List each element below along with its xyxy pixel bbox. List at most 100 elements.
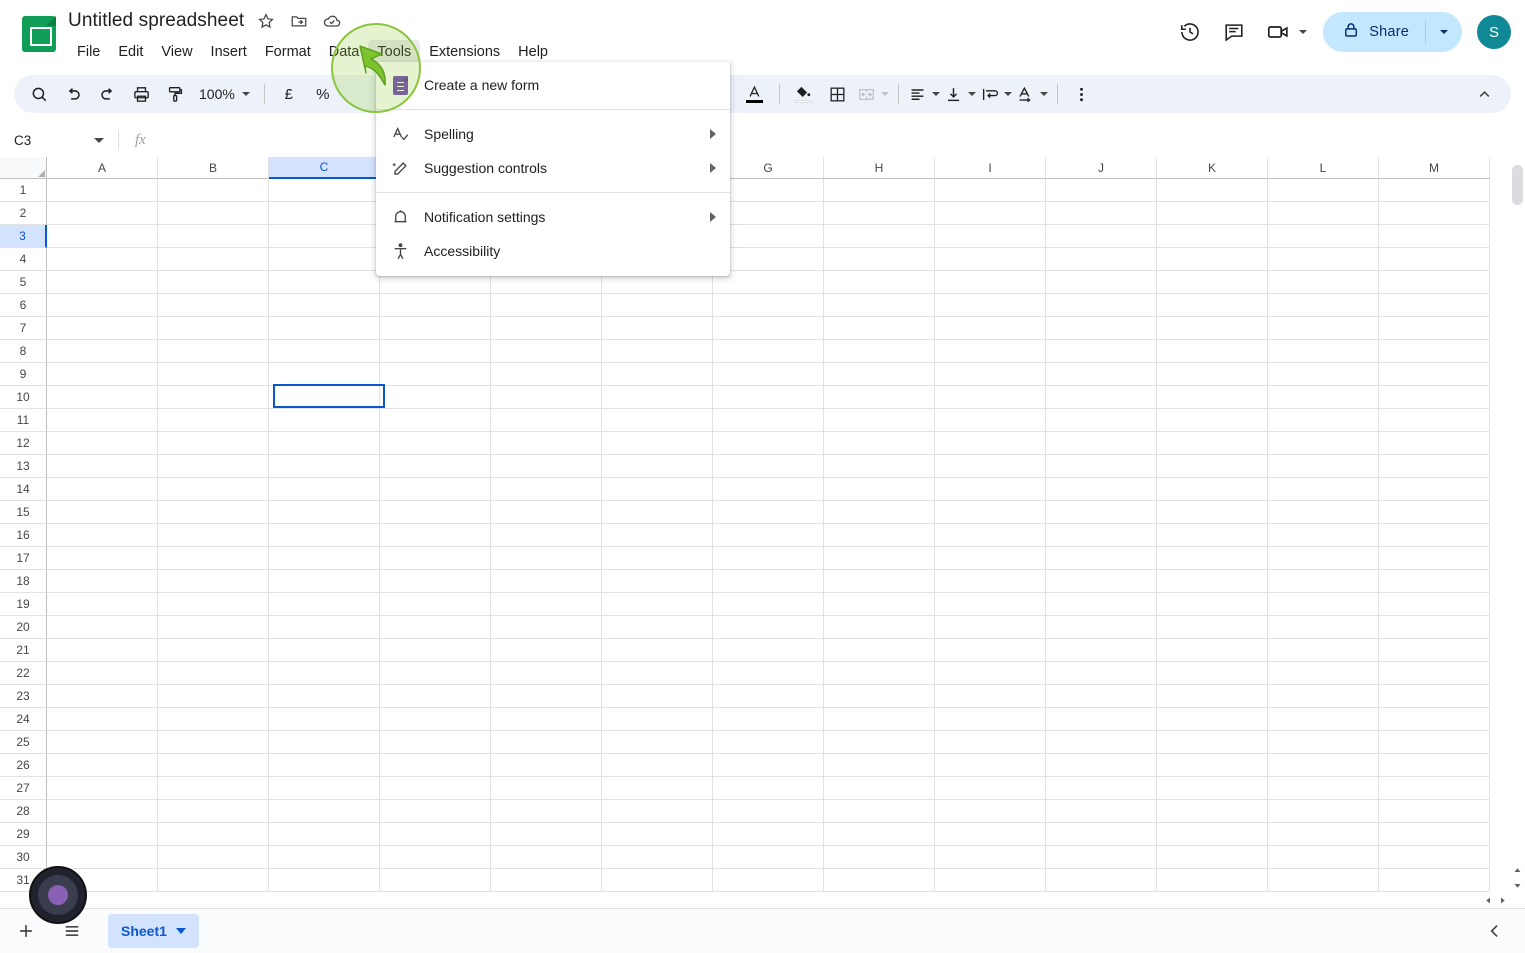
share-button[interactable]: Share	[1323, 12, 1462, 52]
cell-K9[interactable]	[1157, 363, 1268, 386]
cell-B7[interactable]	[158, 317, 269, 340]
cell-K2[interactable]	[1157, 202, 1268, 225]
cell-L20[interactable]	[1268, 616, 1379, 639]
cell-E20[interactable]	[491, 616, 602, 639]
cell-L15[interactable]	[1268, 501, 1379, 524]
cell-D19[interactable]	[380, 593, 491, 616]
cell-H26[interactable]	[824, 754, 935, 777]
cell-A4[interactable]	[47, 248, 158, 271]
fill-color-icon[interactable]	[789, 79, 819, 109]
cell-K24[interactable]	[1157, 708, 1268, 731]
cell-M15[interactable]	[1379, 501, 1490, 524]
text-rotation-icon[interactable]	[1016, 79, 1048, 109]
cell-L14[interactable]	[1268, 478, 1379, 501]
cell-I5[interactable]	[935, 271, 1046, 294]
cell-G19[interactable]	[713, 593, 824, 616]
chevron-down-icon[interactable]	[1299, 30, 1308, 34]
cell-D23[interactable]	[380, 685, 491, 708]
cell-D16[interactable]	[380, 524, 491, 547]
column-header-k[interactable]: K	[1157, 157, 1268, 179]
cell-C4[interactable]	[269, 248, 380, 271]
cell-H19[interactable]	[824, 593, 935, 616]
menu-item-accessibility[interactable]: Accessibility	[376, 234, 730, 268]
cell-G28[interactable]	[713, 800, 824, 823]
cell-C10[interactable]	[269, 386, 380, 409]
cell-B28[interactable]	[158, 800, 269, 823]
row-header-3[interactable]: 3	[0, 225, 47, 248]
row-header-20[interactable]: 20	[0, 616, 47, 639]
cell-B26[interactable]	[158, 754, 269, 777]
cell-H29[interactable]	[824, 823, 935, 846]
cell-L25[interactable]	[1268, 731, 1379, 754]
cell-K20[interactable]	[1157, 616, 1268, 639]
cell-L18[interactable]	[1268, 570, 1379, 593]
cell-J10[interactable]	[1046, 386, 1157, 409]
cell-J21[interactable]	[1046, 639, 1157, 662]
horizontal-align-icon[interactable]	[908, 79, 940, 109]
cell-L21[interactable]	[1268, 639, 1379, 662]
cell-C30[interactable]	[269, 846, 380, 869]
cell-D12[interactable]	[380, 432, 491, 455]
cell-E8[interactable]	[491, 340, 602, 363]
cell-G22[interactable]	[713, 662, 824, 685]
cell-F6[interactable]	[602, 294, 713, 317]
video-call-icon[interactable]	[1258, 12, 1311, 52]
cell-K26[interactable]	[1157, 754, 1268, 777]
cell-B27[interactable]	[158, 777, 269, 800]
cell-M9[interactable]	[1379, 363, 1490, 386]
cell-M19[interactable]	[1379, 593, 1490, 616]
cell-F17[interactable]	[602, 547, 713, 570]
cell-C22[interactable]	[269, 662, 380, 685]
cell-E25[interactable]	[491, 731, 602, 754]
cell-G27[interactable]	[713, 777, 824, 800]
row-header-1[interactable]: 1	[0, 179, 47, 202]
cell-J28[interactable]	[1046, 800, 1157, 823]
share-dropdown-arrow[interactable]	[1426, 12, 1462, 52]
column-header-b[interactable]: B	[158, 157, 269, 179]
cell-F12[interactable]	[602, 432, 713, 455]
vertical-align-icon[interactable]	[944, 79, 976, 109]
vertical-scroll-thumb[interactable]	[1512, 165, 1523, 205]
cell-D10[interactable]	[380, 386, 491, 409]
name-box[interactable]: C3	[0, 123, 118, 157]
cell-L16[interactable]	[1268, 524, 1379, 547]
cell-K19[interactable]	[1157, 593, 1268, 616]
menu-item-create-a-new-form[interactable]: Create a new form	[376, 68, 730, 102]
menu-edit[interactable]: Edit	[109, 40, 152, 65]
column-header-l[interactable]: L	[1268, 157, 1379, 179]
cell-E14[interactable]	[491, 478, 602, 501]
cell-M20[interactable]	[1379, 616, 1490, 639]
cell-G26[interactable]	[713, 754, 824, 777]
row-header-5[interactable]: 5	[0, 271, 47, 294]
cell-A3[interactable]	[47, 225, 158, 248]
cell-C28[interactable]	[269, 800, 380, 823]
cell-K27[interactable]	[1157, 777, 1268, 800]
cell-M16[interactable]	[1379, 524, 1490, 547]
cell-J26[interactable]	[1046, 754, 1157, 777]
cell-K18[interactable]	[1157, 570, 1268, 593]
cell-E10[interactable]	[491, 386, 602, 409]
column-header-m[interactable]: M	[1379, 157, 1490, 179]
cell-C6[interactable]	[269, 294, 380, 317]
row-header-26[interactable]: 26	[0, 754, 47, 777]
row-header-18[interactable]: 18	[0, 570, 47, 593]
cell-H14[interactable]	[824, 478, 935, 501]
cell-C16[interactable]	[269, 524, 380, 547]
cell-D14[interactable]	[380, 478, 491, 501]
cell-B18[interactable]	[158, 570, 269, 593]
currency-icon[interactable]: £	[274, 79, 304, 109]
cell-G13[interactable]	[713, 455, 824, 478]
cell-F24[interactable]	[602, 708, 713, 731]
formula-input[interactable]	[145, 123, 1525, 157]
cell-F18[interactable]	[602, 570, 713, 593]
cell-L26[interactable]	[1268, 754, 1379, 777]
row-header-11[interactable]: 11	[0, 409, 47, 432]
row-header-9[interactable]: 9	[0, 363, 47, 386]
cell-H4[interactable]	[824, 248, 935, 271]
cell-L2[interactable]	[1268, 202, 1379, 225]
cell-A7[interactable]	[47, 317, 158, 340]
cell-A13[interactable]	[47, 455, 158, 478]
cell-B13[interactable]	[158, 455, 269, 478]
cell-G18[interactable]	[713, 570, 824, 593]
row-header-12[interactable]: 12	[0, 432, 47, 455]
